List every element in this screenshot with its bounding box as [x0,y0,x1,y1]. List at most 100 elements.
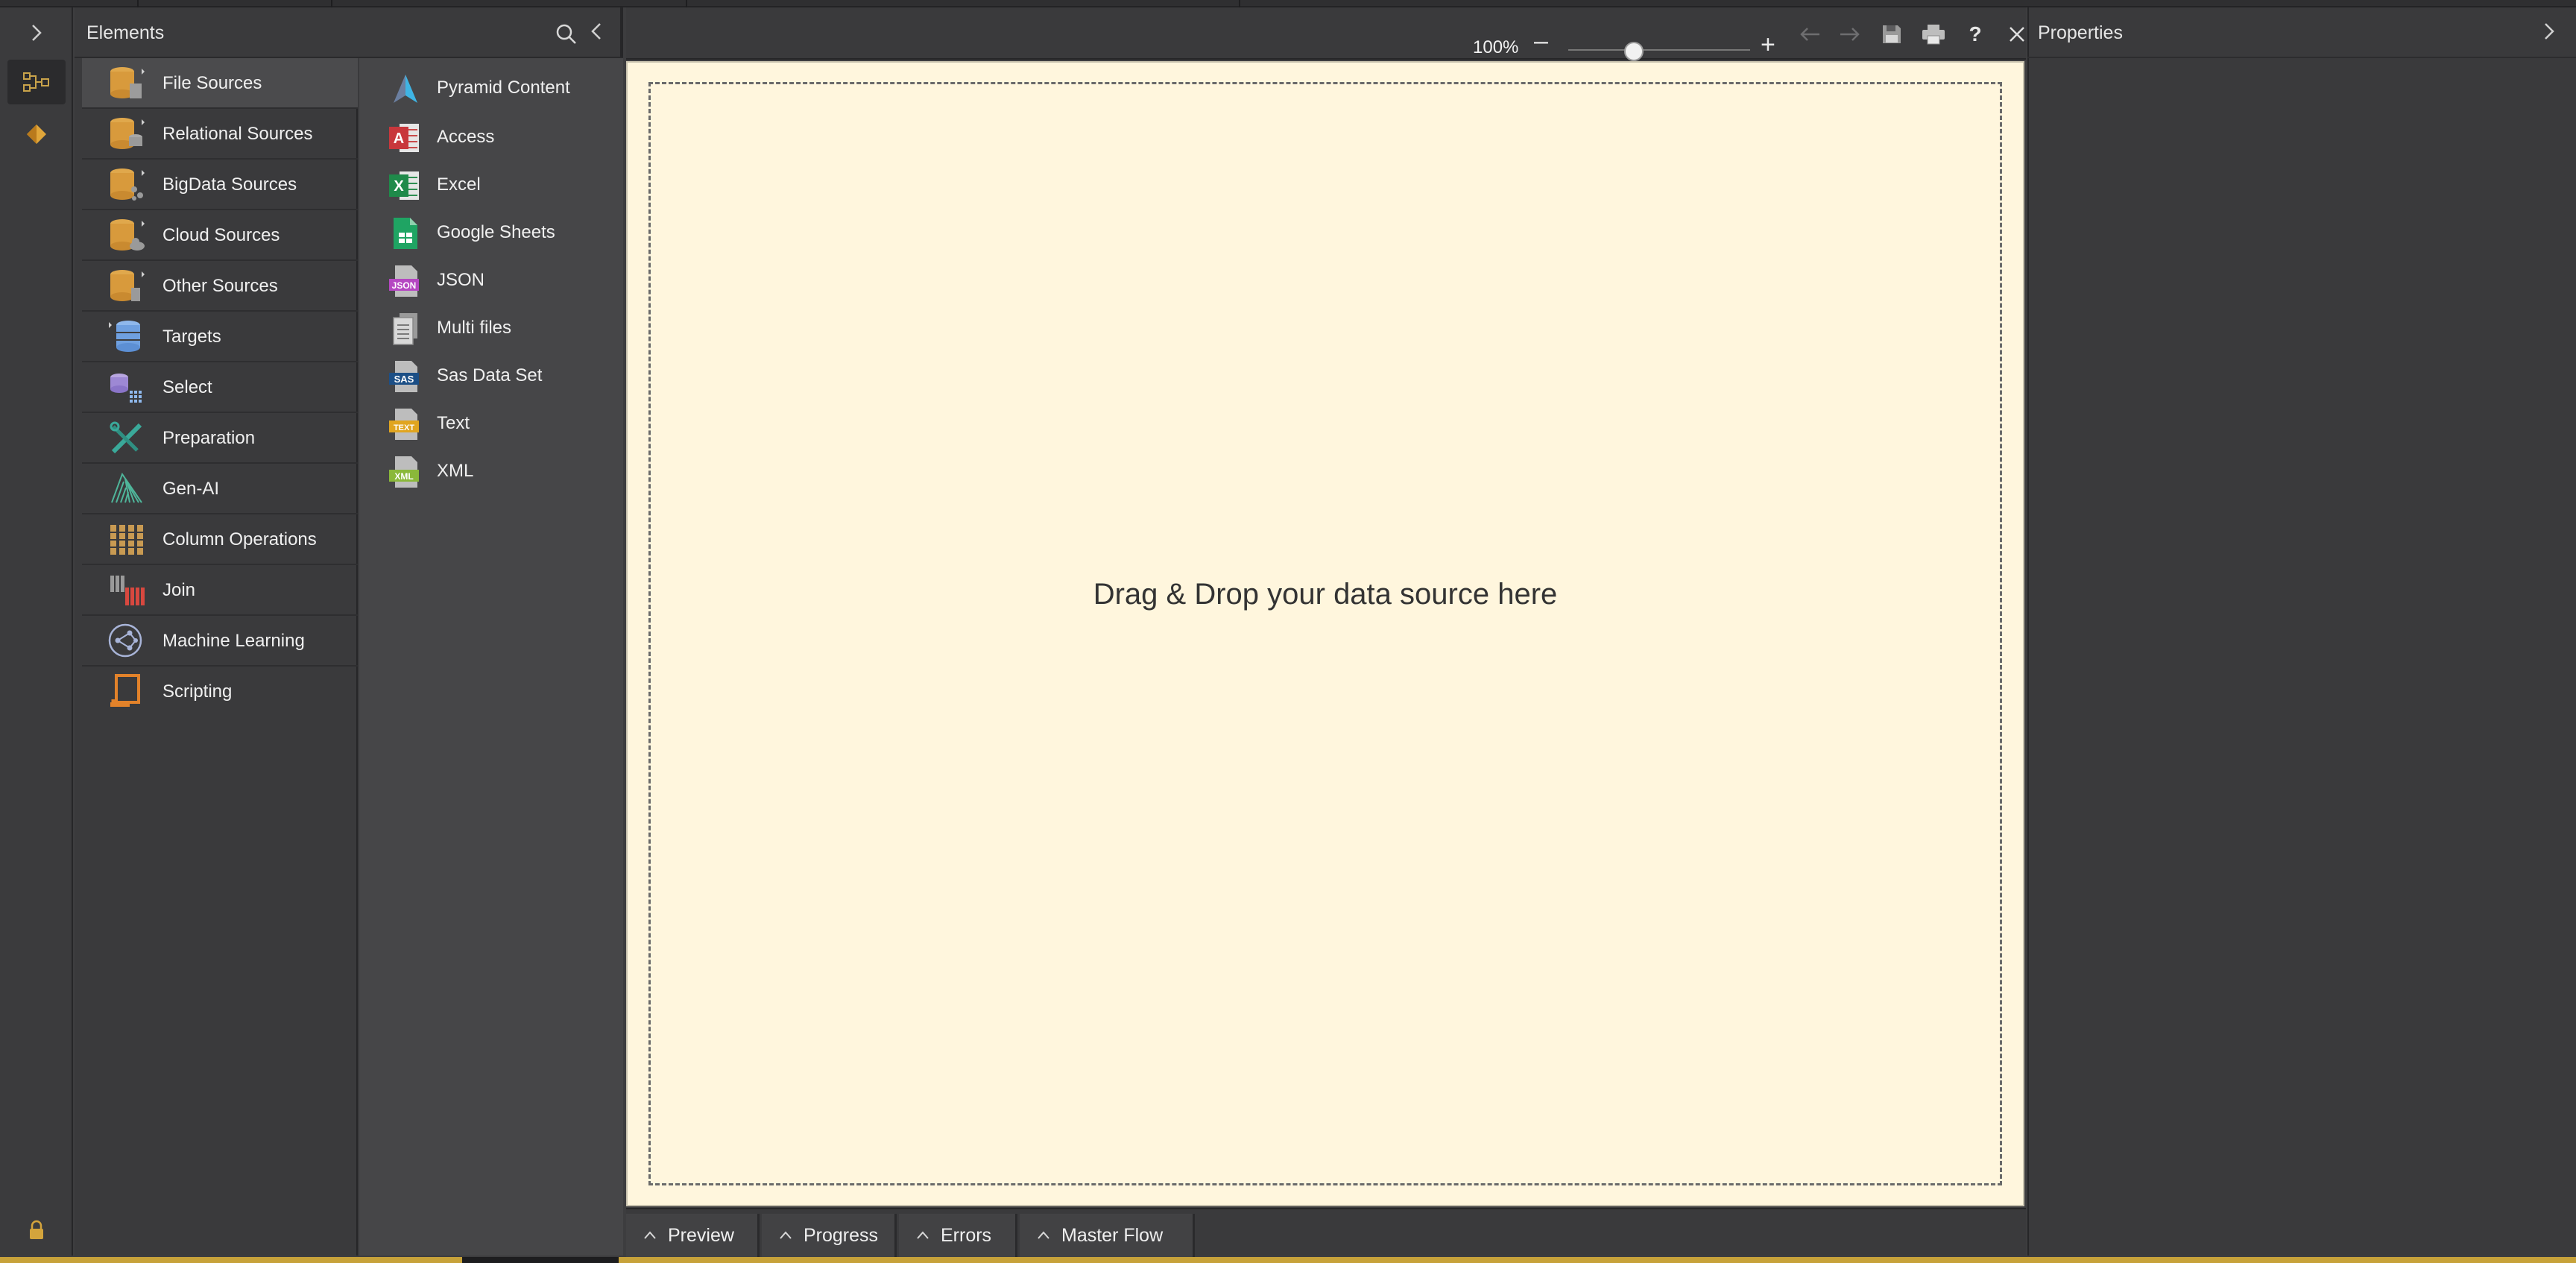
chevron-right-icon [2545,23,2554,40]
category-label: Other Sources [162,276,278,296]
source-sas-data-set[interactable]: SAS Sas Data Set [373,352,623,400]
category-preparation[interactable]: Preparation [82,413,358,464]
tab-separator [137,0,139,7]
category-join[interactable]: Join [82,565,358,616]
tab-separator [331,0,332,7]
flow-diagram-icon [23,72,49,92]
chevron-up-icon [644,1231,656,1239]
db-other-icon [107,267,146,304]
category-label: File Sources [162,73,262,93]
category-gen-ai[interactable]: Gen-AI [82,464,358,514]
chevron-up-icon [1038,1231,1049,1239]
undo-button[interactable] [1793,19,1826,49]
pyramid-diamond-icon [27,125,46,144]
xml-file-icon: XML [388,453,422,491]
tab-label: Master Flow [1061,1224,1164,1246]
google-sheets-icon [388,215,422,252]
category-label: Targets [162,327,221,347]
column-operations-icon [107,520,146,558]
db-file-icon [107,64,146,101]
chevron-right-icon [32,25,42,41]
lock-button[interactable] [7,1212,66,1249]
source-excel[interactable]: X Excel [373,161,623,209]
category-list: File Sources Relational Sources BigData … [75,58,358,1256]
tab-master-flow[interactable]: Master Flow [1020,1214,1195,1257]
search-button[interactable] [555,22,578,46]
category-bigdata-sources[interactable]: BigData Sources [82,160,358,210]
properties-header: Properties [2027,7,2576,58]
zoom-in-button[interactable]: + [1761,32,1784,57]
category-scripting[interactable]: Scripting [82,667,358,716]
properties-panel [2027,7,2576,1256]
source-google-sheets[interactable]: Google Sheets [373,209,623,256]
redo-button[interactable] [1834,19,1866,49]
canvas-toolbar: 100% – + ? [626,7,2026,61]
source-label: Multi files [437,318,512,338]
category-other-sources[interactable]: Other Sources [82,261,358,312]
svg-text:JSON: JSON [392,280,417,291]
category-label: Relational Sources [162,124,313,144]
bottom-panel-tabs: Preview Progress Errors Master Flow [626,1208,2026,1257]
drop-zone[interactable]: Drag & Drop your data source here [648,82,2002,1185]
category-label: Join [162,580,196,600]
sas-file-icon: SAS [388,358,422,395]
source-json[interactable]: JSON JSON [373,256,623,304]
close-icon [2010,27,2024,42]
source-list: Pyramid Content A Access X Excel Google … [359,58,623,1256]
print-button[interactable] [1917,19,1950,49]
source-pyramid-content[interactable]: Pyramid Content [373,64,623,112]
category-cloud-sources[interactable]: Cloud Sources [82,210,358,261]
save-button[interactable] [1875,19,1908,49]
category-column-operations[interactable]: Column Operations [82,514,358,565]
source-label: Google Sheets [437,222,555,242]
source-access[interactable]: A Access [373,113,623,161]
source-multi-files[interactable]: Multi files [373,304,623,352]
zoom-slider-thumb[interactable] [1623,42,1644,61]
left-rail [0,7,73,1256]
preparation-icon [107,419,146,456]
help-button[interactable]: ? [1959,19,1992,49]
source-label: Pyramid Content [437,78,570,98]
collapse-panel-button[interactable] [589,21,611,48]
source-label: Sas Data Set [437,365,543,385]
tab-label: Preview [668,1224,734,1246]
search-icon [556,24,576,44]
category-label: Preparation [162,428,256,448]
db-bigdata-icon [107,166,146,203]
pyramid-button[interactable] [7,112,66,157]
tab-progress[interactable]: Progress [762,1214,897,1257]
category-select[interactable]: Select [82,362,358,413]
category-file-sources[interactable]: File Sources [82,58,358,109]
category-label: Scripting [162,681,233,702]
svg-text:A: A [394,130,404,147]
tab-label: Progress [804,1224,879,1246]
tab-preview[interactable]: Preview [626,1214,760,1257]
source-label: Access [437,127,495,147]
source-text[interactable]: TEXT Text [373,400,623,447]
tab-errors[interactable]: Errors [899,1214,1017,1257]
access-icon: A [388,119,422,157]
zoom-out-button[interactable]: – [1534,28,1558,54]
category-label: BigData Sources [162,174,297,195]
status-accent-bar [0,1257,2576,1263]
category-relational-sources[interactable]: Relational Sources [82,109,358,160]
select-icon [107,368,146,406]
expand-rail-button[interactable] [0,7,73,58]
tab-label: Errors [941,1224,992,1246]
category-label: Select [162,377,212,397]
category-label: Machine Learning [162,631,305,651]
tab-separator [1239,0,1240,7]
lock-icon [30,1220,43,1239]
arrow-left-icon [1800,28,1819,41]
zoom-slider[interactable] [1568,49,1750,51]
svg-text:XML: XML [394,471,413,482]
svg-text:X: X [394,178,404,195]
source-xml[interactable]: XML XML [373,447,623,495]
scripting-icon [107,673,146,710]
category-targets[interactable]: Targets [82,312,358,362]
gen-ai-icon [107,470,146,507]
properties-title: Properties [2038,22,2123,43]
data-flow-button[interactable] [7,60,66,104]
collapse-properties-button[interactable] [2542,21,2564,48]
category-machine-learning[interactable]: Machine Learning [82,616,358,667]
